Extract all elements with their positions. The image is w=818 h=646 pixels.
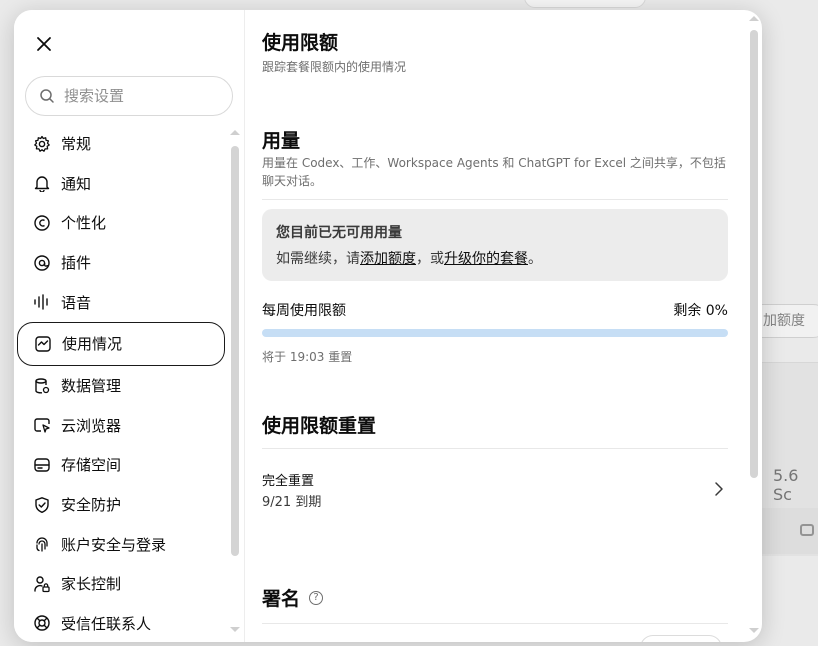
sidebar-item-data-management[interactable]: 数据管理 <box>17 366 225 406</box>
sidebar-scrollbar[interactable] <box>231 146 239 556</box>
parental-control-icon <box>32 574 52 594</box>
sidebar-scroll-up-arrow[interactable] <box>230 130 240 135</box>
search-icon <box>40 89 54 103</box>
usage-exhausted-notice: 您目前已无可用用量 如需继续，请添加额度，或升级你的套餐。 <box>262 209 728 281</box>
bell-icon <box>32 173 52 193</box>
help-icon[interactable]: ? <box>309 590 324 605</box>
remaining-label: 剩余 0% <box>673 303 728 319</box>
sidebar-item-label: 云浏览器 <box>61 416 122 435</box>
settings-dialog: 常规 通知 个性化 插件 <box>14 10 762 642</box>
notice-title: 您目前已无可用用量 <box>276 225 402 241</box>
close-icon <box>37 37 51 51</box>
divider <box>262 623 728 624</box>
sidebar-item-label: 存储空间 <box>61 456 122 475</box>
content-scroll-up-arrow[interactable] <box>749 16 759 21</box>
sidebar-item-storage[interactable]: 存储空间 <box>17 445 225 485</box>
notice-suffix: 。 <box>528 251 542 267</box>
signature-control[interactable] <box>640 635 722 642</box>
sidebar-item-voice[interactable]: 语音 <box>17 282 225 322</box>
sidebar-item-cloud-browser[interactable]: 云浏览器 <box>17 406 225 446</box>
voice-icon <box>32 292 52 312</box>
notice-prefix: 如需继续，请 <box>276 251 360 267</box>
data-icon <box>32 376 52 396</box>
trusted-contact-icon <box>32 613 52 633</box>
sidebar-nav: 常规 通知 个性化 插件 语音 使用情况 数据管理 云浏览器 存储空间 安全防护… <box>17 124 225 642</box>
content-scroll-down-arrow[interactable] <box>749 628 759 633</box>
sidebar-item-label: 账户安全与登录 <box>61 535 167 554</box>
sidebar-item-label: 家长控制 <box>61 575 122 594</box>
add-quota-link[interactable]: 添加额度 <box>360 251 416 267</box>
shield-icon <box>32 495 52 515</box>
reset-time-note: 将于 19:03 重置 <box>262 350 353 364</box>
sidebar-item-account-security[interactable]: 账户安全与登录 <box>17 524 225 564</box>
sidebar-item-plugins[interactable]: 插件 <box>17 243 225 283</box>
weekly-limit-row: 每周使用限额 剩余 0% <box>262 300 728 320</box>
full-reset-row[interactable]: 完全重置 9/21 到期 <box>262 456 728 522</box>
weekly-limit-progress-bar <box>262 329 728 337</box>
sidebar-item-trusted-contacts[interactable]: 受信任联系人 <box>17 604 225 642</box>
close-button[interactable] <box>30 30 58 58</box>
settings-content: 使用限额 跟踪套餐限额内的使用情况 用量 用量在 Codex、工作、Worksp… <box>245 10 762 642</box>
sidebar-item-label: 常规 <box>61 135 92 154</box>
signature-title-text: 署名 <box>262 588 301 610</box>
usage-section-title: 用量 <box>262 130 301 152</box>
notice-body: 如需继续，请添加额度，或升级你的套餐。 <box>276 248 714 268</box>
personalize-icon <box>32 213 52 233</box>
upgrade-plan-link[interactable]: 升级你的套餐 <box>444 251 528 267</box>
usage-section-description: 用量在 Codex、工作、Workspace Agents 和 ChatGPT … <box>262 156 726 188</box>
sidebar-item-usage[interactable]: 使用情况 <box>17 321 225 366</box>
sidebar-item-parental-control[interactable]: 家长控制 <box>17 564 225 604</box>
sidebar-item-notifications[interactable]: 通知 <box>17 164 225 204</box>
weekly-limit-label: 每周使用限额 <box>262 303 346 319</box>
sidebar-item-personalization[interactable]: 个性化 <box>17 203 225 243</box>
sidebar-item-label: 语音 <box>61 293 92 312</box>
content-scrollbar[interactable] <box>750 30 758 478</box>
sidebar-item-general[interactable]: 常规 <box>17 124 225 164</box>
sidebar-item-label: 使用情况 <box>62 335 123 354</box>
sidebar-item-label: 插件 <box>61 254 92 273</box>
search-input[interactable] <box>64 87 214 105</box>
sidebar-item-label: 个性化 <box>61 214 107 233</box>
sidebar-scroll-down-arrow[interactable] <box>230 627 240 632</box>
search-box[interactable] <box>25 76 233 116</box>
sidebar-item-label: 通知 <box>61 174 92 193</box>
signature-section-title: 署名 ? <box>262 584 324 611</box>
sidebar-item-label: 受信任联系人 <box>61 614 152 633</box>
plugin-icon <box>32 253 52 273</box>
full-reset-name: 完全重置 <box>262 474 315 489</box>
sidebar-item-label: 数据管理 <box>61 377 122 396</box>
page-title: 使用限额 <box>262 32 339 54</box>
storage-icon <box>32 455 52 475</box>
page-subtitle: 跟踪套餐限额内的使用情况 <box>262 60 407 74</box>
gear-icon <box>32 134 52 154</box>
divider <box>262 448 728 449</box>
chevron-right-icon <box>715 482 723 496</box>
settings-sidebar: 常规 通知 个性化 插件 <box>14 10 245 642</box>
usage-icon <box>33 334 53 354</box>
reset-section-title: 使用限额重置 <box>262 415 377 437</box>
sidebar-item-security[interactable]: 安全防护 <box>17 485 225 525</box>
account-security-icon <box>32 534 52 554</box>
full-reset-expiry: 9/21 到期 <box>262 495 322 510</box>
notice-mid: ，或 <box>416 251 444 267</box>
divider <box>262 199 728 200</box>
cloud-browser-icon <box>32 415 52 435</box>
sidebar-item-label: 安全防护 <box>61 496 122 515</box>
